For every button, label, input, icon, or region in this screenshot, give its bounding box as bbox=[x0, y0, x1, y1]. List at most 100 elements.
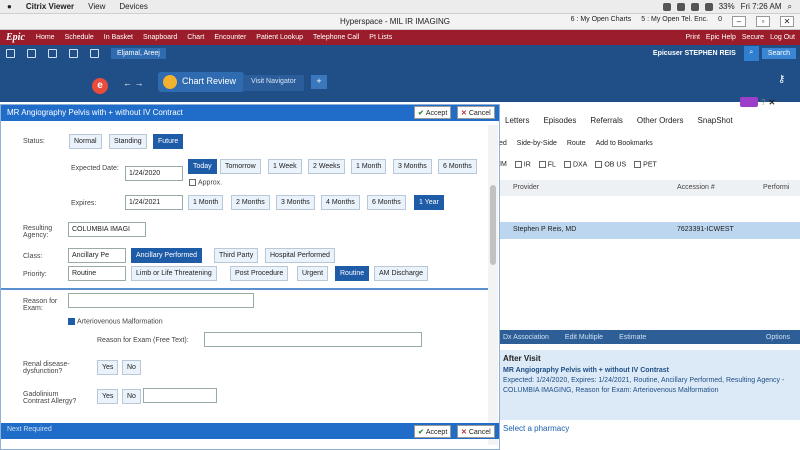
route-button[interactable]: Route bbox=[567, 140, 586, 147]
cancel-button-bottom[interactable]: ✕ Cancel bbox=[457, 425, 495, 438]
expires-1-year[interactable]: 1 Year bbox=[414, 195, 444, 210]
expires-4-months[interactable]: 4 Months bbox=[321, 195, 360, 210]
avatar[interactable]: e bbox=[92, 78, 108, 94]
renal-no[interactable]: No bbox=[122, 360, 141, 375]
class-ancillary-performed[interactable]: Ancillary Performed bbox=[131, 248, 203, 263]
filter-im[interactable]: IM bbox=[499, 161, 507, 168]
filter-pet[interactable]: PET bbox=[634, 161, 657, 168]
app-name[interactable]: Citrix Viewer bbox=[19, 2, 81, 11]
tab-episodes[interactable]: Episodes bbox=[543, 116, 576, 125]
toolbar-snapboard[interactable]: Snapboard bbox=[138, 34, 182, 41]
help-icon[interactable]: ? bbox=[761, 98, 765, 107]
add-to-bookmarks-button[interactable]: Add to Bookmarks bbox=[596, 140, 653, 147]
col-performing[interactable]: Performi bbox=[763, 184, 789, 191]
renal-yes[interactable]: Yes bbox=[97, 360, 119, 375]
status-normal[interactable]: Normal bbox=[69, 134, 102, 149]
expires-3-months[interactable]: 3 Months bbox=[276, 195, 315, 210]
gadolinium-yes[interactable]: Yes bbox=[97, 389, 119, 404]
expected-3-months[interactable]: 3 Months bbox=[393, 159, 432, 174]
grid-icon[interactable] bbox=[90, 49, 99, 58]
toolbar-schedule[interactable]: Schedule bbox=[60, 34, 99, 41]
grid-icon[interactable] bbox=[6, 49, 15, 58]
expected-tomorrow[interactable]: Tomorrow bbox=[220, 159, 261, 174]
priority-post-procedure[interactable]: Post Procedure bbox=[230, 266, 289, 281]
tab-letters[interactable]: Letters bbox=[505, 116, 529, 125]
grid-icon[interactable] bbox=[27, 49, 36, 58]
toolbar-in-basket[interactable]: In Basket bbox=[99, 34, 138, 41]
accept-button-bottom[interactable]: ✔ Accept bbox=[414, 425, 452, 438]
status-future[interactable]: Future bbox=[153, 134, 184, 149]
toolbar-home[interactable]: Home bbox=[31, 34, 60, 41]
apple-icon[interactable]: ● bbox=[0, 2, 19, 11]
priority-field[interactable]: Routine bbox=[68, 266, 126, 281]
class-hospital-performed[interactable]: Hospital Performed bbox=[265, 248, 335, 263]
edit-multiple-button[interactable]: Edit Multiple bbox=[565, 334, 603, 341]
avm-checkbox[interactable]: Arteriovenous Malformation bbox=[68, 318, 163, 325]
expires-6-months[interactable]: 6 Months bbox=[367, 195, 406, 210]
next-required-button[interactable]: Next Required bbox=[7, 426, 52, 433]
patient-tab[interactable]: Eljamal, Areej bbox=[111, 48, 166, 59]
tool-ed[interactable]: ed bbox=[499, 140, 507, 147]
checkbox[interactable] bbox=[189, 179, 196, 186]
window-layout-icon[interactable] bbox=[740, 97, 758, 107]
dx-association-button[interactable]: Dx Association bbox=[503, 334, 549, 341]
expires-field[interactable]: 1/24/2021 bbox=[125, 195, 183, 210]
order-title[interactable]: MR Angiography Pelvis with + without IV … bbox=[503, 367, 792, 374]
toolbar-print[interactable]: Print bbox=[686, 34, 700, 41]
expected-today[interactable]: Today bbox=[188, 159, 217, 174]
class-field[interactable]: Ancillary Pe bbox=[68, 248, 126, 263]
filter-fl[interactable]: FL bbox=[538, 161, 556, 168]
options-button[interactable]: Options bbox=[766, 334, 800, 341]
checkbox[interactable] bbox=[634, 161, 642, 168]
tab-visit-navigator[interactable]: Visit Navigator bbox=[243, 75, 305, 91]
checkbox[interactable] bbox=[514, 161, 522, 168]
class-third-party[interactable]: Third Party bbox=[214, 248, 259, 263]
expected-2-weeks[interactable]: 2 Weeks bbox=[308, 159, 346, 174]
filter-dxa[interactable]: DXA bbox=[563, 161, 587, 168]
expected-1-month[interactable]: 1 Month bbox=[351, 159, 387, 174]
grid-icon[interactable] bbox=[69, 49, 78, 58]
dialog-scrollbar[interactable] bbox=[488, 125, 498, 445]
priority-routine[interactable]: Routine bbox=[335, 266, 370, 281]
toolbar-log-out[interactable]: Log Out bbox=[770, 34, 795, 41]
reason-for-exam-field[interactable] bbox=[68, 293, 254, 308]
search-input[interactable]: Search bbox=[761, 48, 796, 59]
toolbar-secure[interactable]: Secure bbox=[742, 34, 764, 41]
checkbox[interactable] bbox=[538, 161, 546, 168]
menu-devices[interactable]: Devices bbox=[112, 2, 154, 11]
reason-free-text-field[interactable] bbox=[204, 332, 422, 347]
toolbar-encounter[interactable]: Encounter bbox=[209, 34, 251, 41]
restore-button[interactable]: ▫ bbox=[756, 16, 770, 27]
table-row[interactable]: Stephen P Reis, MD 7623391-ICWEST bbox=[495, 222, 800, 239]
filter-ir[interactable]: IR bbox=[514, 161, 531, 168]
expires-2-months[interactable]: 2 Months bbox=[231, 195, 270, 210]
toolbar-patient-lookup[interactable]: Patient Lookup bbox=[251, 34, 308, 41]
back-forward-arrows[interactable]: ← → bbox=[123, 78, 144, 88]
side-by-side-button[interactable]: Side-by-Side bbox=[517, 140, 557, 147]
resulting-agency-field[interactable]: COLUMBIA IMAGI bbox=[68, 222, 146, 237]
search-icon[interactable]: ⌕ bbox=[788, 2, 792, 12]
status-icon[interactable] bbox=[676, 2, 685, 11]
cancel-button[interactable]: ✕ Cancel bbox=[457, 106, 495, 119]
checkbox[interactable] bbox=[68, 318, 75, 325]
col-accession[interactable]: Accession # bbox=[677, 184, 715, 191]
toolbar-pt-lists[interactable]: Pt Lists bbox=[364, 34, 397, 41]
col-provider[interactable]: Provider bbox=[513, 184, 539, 191]
other-tab[interactable]: 0 bbox=[718, 16, 722, 27]
checkbox[interactable] bbox=[563, 161, 571, 168]
toolbar-chart[interactable]: Chart bbox=[182, 34, 209, 41]
status-icon[interactable] bbox=[690, 2, 699, 11]
add-tab-button[interactable]: + bbox=[311, 75, 327, 89]
select-pharmacy-link[interactable]: Select a pharmacy bbox=[495, 420, 800, 436]
accept-button[interactable]: ✔ Accept bbox=[414, 106, 452, 119]
grid-icon[interactable] bbox=[48, 49, 57, 58]
priority-am-discharge[interactable]: AM Discharge bbox=[374, 266, 428, 281]
close-icon[interactable]: ✕ bbox=[768, 98, 775, 107]
filter-ob-us[interactable]: OB US bbox=[595, 161, 626, 168]
expected-1-week[interactable]: 1 Week bbox=[268, 159, 302, 174]
key-icon[interactable]: ⚷ bbox=[778, 74, 785, 85]
expected-date-field[interactable]: 1/24/2020 bbox=[125, 166, 183, 181]
approx-checkbox[interactable]: Approx. bbox=[189, 179, 222, 186]
minimize-button[interactable]: – bbox=[732, 16, 746, 27]
expected-6-months[interactable]: 6 Months bbox=[438, 159, 477, 174]
